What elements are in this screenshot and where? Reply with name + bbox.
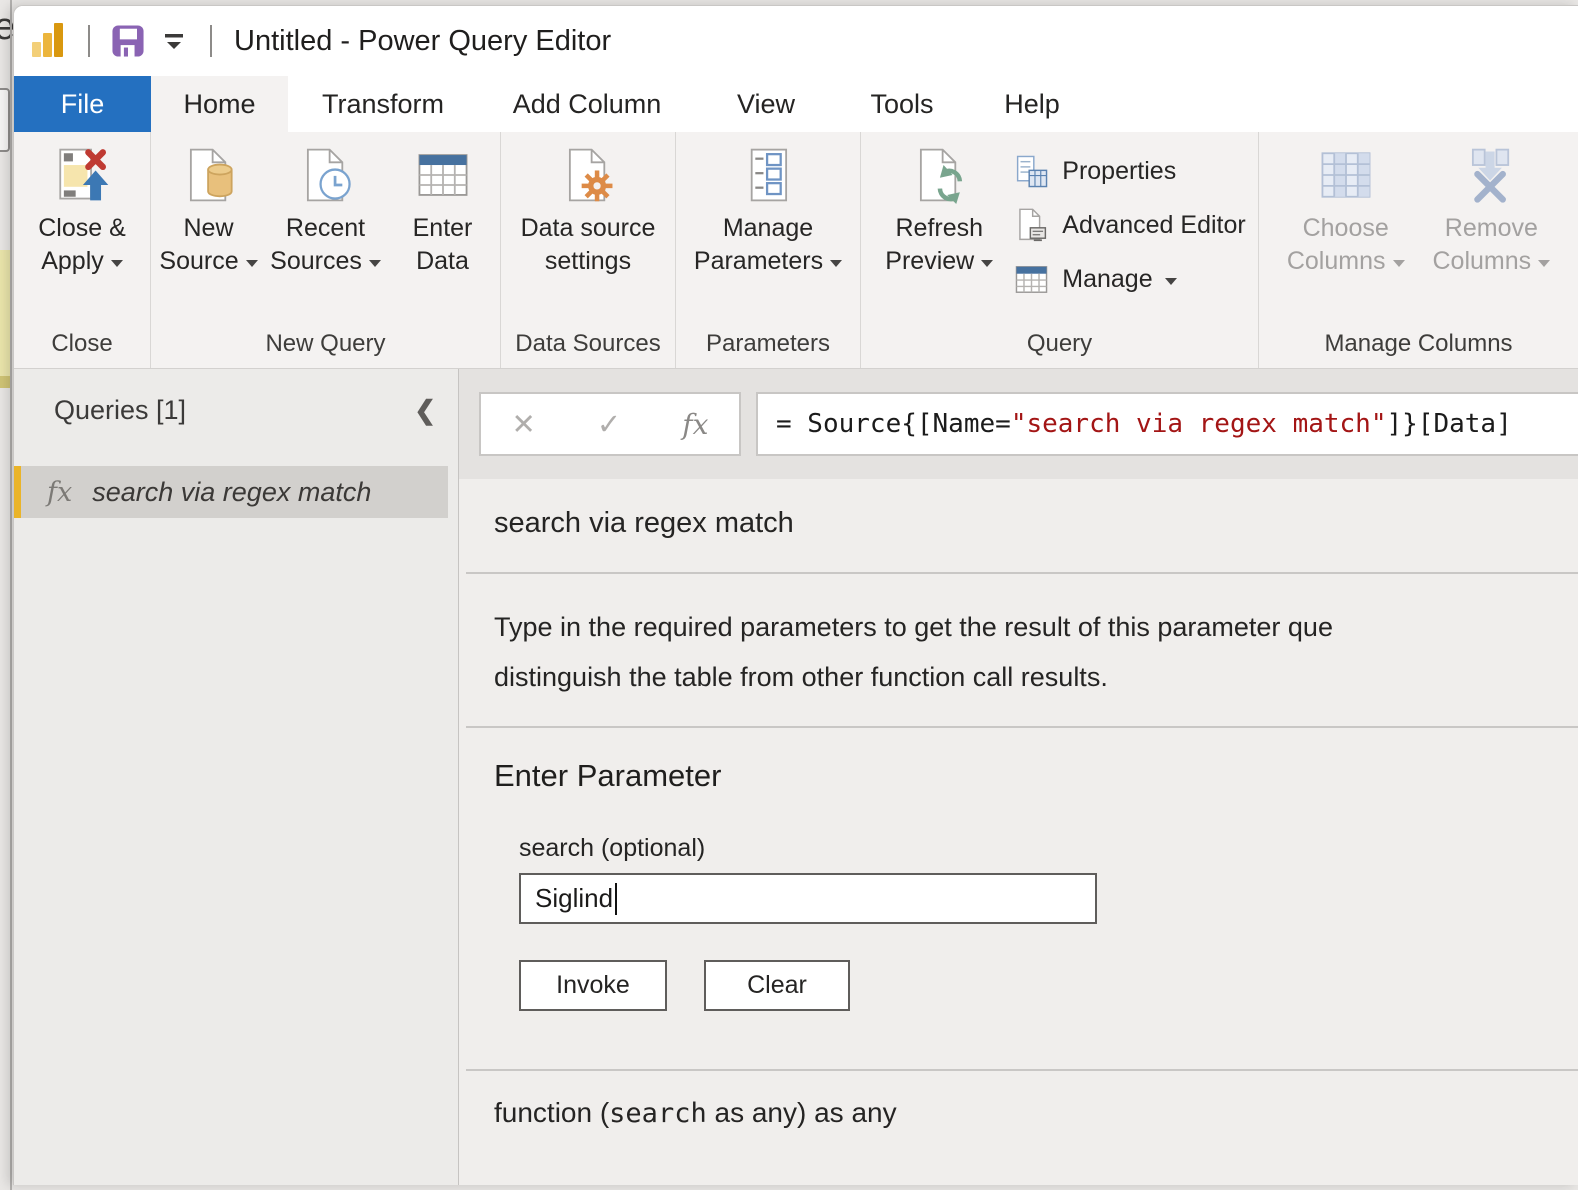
- manage-parameters-button[interactable]: Manage Parameters: [694, 146, 842, 278]
- choose-columns-button[interactable]: Choose Columns: [1287, 146, 1405, 278]
- group-label-query: Query: [861, 330, 1258, 368]
- function-signature: function (search as any) as any: [494, 1097, 1578, 1129]
- queries-panel: Queries [1] ❮ fx search via regex match: [14, 369, 459, 1185]
- query-name: search via regex match: [92, 477, 371, 508]
- titlebar-separator: [88, 25, 90, 57]
- description-text: Type in the required parameters to get t…: [494, 602, 1578, 702]
- new-source-button[interactable]: New Source: [151, 146, 266, 278]
- enter-parameter-heading: Enter Parameter: [494, 758, 1578, 794]
- function-invocation-pane: search via regex match Type in the requi…: [459, 479, 1578, 1185]
- backdrop-window-edge: [10, 0, 12, 1190]
- manage-button[interactable]: Manage: [1013, 252, 1245, 306]
- close-and-apply-icon: [53, 146, 111, 204]
- backdrop-yellow-strip: [0, 250, 10, 376]
- query-title: search via regex match: [494, 507, 1578, 540]
- check-icon[interactable]: ✓: [597, 407, 621, 442]
- advanced-editor-button[interactable]: Advanced Editor: [1013, 198, 1245, 252]
- recent-sources-icon: [297, 146, 355, 204]
- close-and-apply-button[interactable]: Close & Apply: [38, 146, 126, 278]
- data-source-settings-button[interactable]: Data source settings: [521, 146, 656, 278]
- chevron-down-icon: [830, 260, 842, 267]
- ribbon-group-manage-columns: Choose Columns Remove Columns: [1259, 132, 1578, 368]
- tab-view[interactable]: View: [696, 76, 836, 132]
- chevron-down-icon: [1165, 278, 1177, 285]
- ribbon-group-parameters: Manage Parameters Parameters: [676, 132, 861, 368]
- divider: [466, 572, 1578, 574]
- add-step-fx-icon[interactable]: fx: [682, 408, 708, 441]
- chevron-down-icon: [1393, 260, 1405, 267]
- tab-tools[interactable]: Tools: [836, 76, 968, 132]
- formula-actions: ✕ ✓ fx: [479, 392, 741, 456]
- save-icon[interactable]: [110, 23, 146, 59]
- queries-panel-title: Queries [1]: [54, 395, 186, 426]
- cancel-icon[interactable]: ✕: [512, 407, 536, 442]
- choose-columns-icon: [1317, 146, 1375, 204]
- window-title: Untitled - Power Query Editor: [234, 25, 611, 58]
- data-source-settings-icon: [559, 146, 617, 204]
- ribbon-tab-row: File Home Transform Add Column View Tool…: [14, 76, 1578, 132]
- text-caret: [615, 883, 617, 915]
- remove-columns-button[interactable]: Remove Columns: [1433, 146, 1551, 278]
- properties-button[interactable]: Properties: [1013, 144, 1245, 198]
- chevron-down-icon: [981, 260, 993, 267]
- ribbon-group-new-query: New Source Recent Sources: [151, 132, 501, 368]
- invoke-button[interactable]: Invoke: [519, 960, 667, 1011]
- signature-param-name: search: [609, 1098, 707, 1129]
- group-label-parameters: Parameters: [676, 330, 860, 368]
- tab-add-column[interactable]: Add Column: [478, 76, 696, 132]
- enter-data-icon: [414, 146, 472, 204]
- title-bar: Untitled - Power Query Editor: [14, 6, 1578, 76]
- query-list-item[interactable]: fx search via regex match: [14, 466, 458, 518]
- formula-string-literal: "search via regex match": [1011, 409, 1387, 439]
- group-label-data-sources: Data Sources: [501, 330, 675, 368]
- ribbon: Close & Apply Close New Source: [14, 132, 1578, 369]
- manage-icon: [1013, 261, 1050, 298]
- recent-sources-button[interactable]: Recent Sources: [268, 146, 383, 278]
- refresh-preview-icon: [910, 146, 968, 204]
- formula-input[interactable]: = Source{[Name="search via regex match"]…: [756, 392, 1578, 456]
- backdrop-window-fragment: [0, 88, 10, 152]
- search-parameter-input[interactable]: Siglind: [519, 873, 1097, 924]
- divider: [466, 1069, 1578, 1071]
- formula-bar: ✕ ✓ fx = Source{[Name="search via regex …: [459, 369, 1578, 479]
- tab-transform[interactable]: Transform: [288, 76, 478, 132]
- backdrop-yellow-strip-dark: [0, 376, 10, 388]
- editor-body: Queries [1] ❮ fx search via regex match …: [14, 369, 1578, 1185]
- enter-data-button[interactable]: Enter Data: [385, 146, 500, 278]
- main-area: ✕ ✓ fx = Source{[Name="search via regex …: [459, 369, 1578, 1185]
- selected-accent-bar: [14, 466, 21, 518]
- tab-file[interactable]: File: [14, 76, 151, 132]
- advanced-editor-icon: [1013, 207, 1050, 244]
- divider: [466, 726, 1578, 728]
- group-label-manage-columns: Manage Columns: [1259, 330, 1578, 368]
- power-bi-logo-icon: [30, 21, 70, 61]
- new-source-icon: [180, 146, 238, 204]
- clear-button[interactable]: Clear: [704, 960, 850, 1011]
- chevron-down-icon: [369, 260, 381, 267]
- group-label-new-query: New Query: [151, 330, 500, 368]
- search-parameter-label: search (optional): [519, 834, 1578, 863]
- remove-columns-icon: [1462, 146, 1520, 204]
- properties-icon: [1013, 153, 1050, 190]
- chevron-down-icon: [1538, 260, 1550, 267]
- tab-home[interactable]: Home: [151, 76, 288, 132]
- power-query-editor-window: Untitled - Power Query Editor File Home …: [13, 5, 1578, 1185]
- ribbon-group-query: Refresh Preview Properties: [861, 132, 1259, 368]
- manage-parameters-icon: [739, 146, 797, 204]
- chevron-down-icon: [246, 260, 258, 267]
- quick-access-toolbar-dropdown-icon[interactable]: [160, 27, 188, 55]
- chevron-down-icon: [111, 260, 123, 267]
- titlebar-separator: [210, 25, 212, 57]
- group-label-close: Close: [14, 330, 150, 368]
- tab-help[interactable]: Help: [968, 76, 1096, 132]
- ribbon-group-data-sources: Data source settings Data Sources: [501, 132, 676, 368]
- function-icon: fx: [47, 477, 72, 508]
- ribbon-group-close: Close & Apply Close: [14, 132, 151, 368]
- collapse-panel-icon[interactable]: ❮: [414, 395, 436, 426]
- refresh-preview-button[interactable]: Refresh Preview: [873, 146, 1005, 278]
